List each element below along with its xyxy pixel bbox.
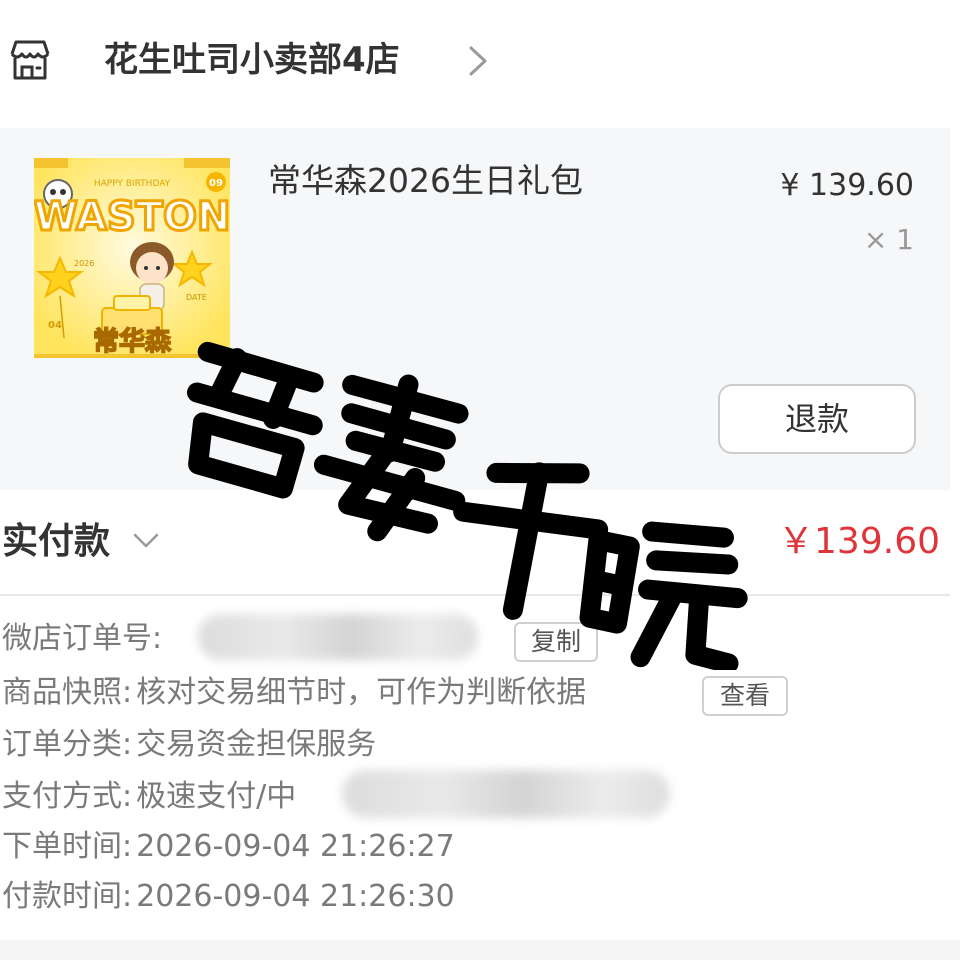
payment-method-row: 支付方式: 极速支付/中: [2, 772, 296, 822]
payment-method-value: 极速支付/中: [136, 779, 297, 814]
thumbnail-year: 2026: [74, 259, 94, 268]
paid-amount-value: ￥139.60: [778, 521, 940, 562]
thumbnail-badge-month: 09: [209, 178, 223, 189]
order-number-row: 微店订单号:: [2, 614, 162, 664]
paid-amount-label: 实付款: [2, 521, 111, 562]
payment-method-label: 支付方式:: [2, 779, 133, 814]
snapshot-label: 商品快照:: [2, 675, 133, 710]
product-thumbnail-art: 09 HAPPY BIRTHDAY WASTON 2026 DATE 04 常华…: [34, 158, 230, 358]
category-label: 订单分类:: [2, 727, 133, 762]
order-time-label: 下单时间:: [2, 829, 133, 864]
thumbnail-day: 04: [48, 320, 62, 331]
snapshot-row: 商品快照: 核对交易细节时，可作为判断依据: [2, 668, 586, 718]
thumbnail-happy-birthday: HAPPY BIRTHDAY: [94, 179, 171, 189]
product-price: ¥ 139.60: [780, 168, 914, 203]
thumbnail-name: 常华森: [93, 326, 172, 357]
product-card[interactable]: 09 HAPPY BIRTHDAY WASTON 2026 DATE 04 常华…: [0, 128, 950, 490]
shop-name[interactable]: 花生吐司小卖部4店: [104, 36, 400, 84]
order-number-redacted: [198, 614, 478, 660]
pay-time-label: 付款时间:: [2, 879, 133, 914]
order-number-label: 微店订单号:: [2, 621, 163, 656]
shop-header[interactable]: 花生吐司小卖部4店: [0, 0, 960, 120]
order-time-row: 下单时间: 2026-09-04 21:26:27: [2, 822, 455, 872]
product-quantity: × 1: [863, 223, 914, 256]
pay-time-value: 2026-09-04 21:26:30: [136, 879, 455, 914]
thumbnail-waston-logo: WASTON: [34, 194, 230, 240]
pay-time-row: 付款时间: 2026-09-04 21:26:30: [2, 872, 455, 922]
refund-button[interactable]: 退款: [718, 384, 916, 454]
copy-button[interactable]: 复制: [514, 622, 598, 662]
order-time-value: 2026-09-04 21:26:27: [136, 829, 455, 864]
paid-amount-row[interactable]: 实付款 ￥139.60: [0, 490, 950, 596]
view-button[interactable]: 查看: [702, 676, 788, 716]
store-icon: [10, 40, 50, 80]
thumbnail-date: DATE: [186, 293, 207, 302]
chevron-right-icon[interactable]: [466, 44, 490, 78]
category-value: 交易资金担保服务: [136, 727, 377, 762]
snapshot-value: 核对交易细节时，可作为判断依据: [136, 675, 587, 710]
category-row: 订单分类: 交易资金担保服务: [2, 720, 376, 770]
payment-method-redacted: [342, 770, 670, 818]
product-thumbnail[interactable]: 09 HAPPY BIRTHDAY WASTON 2026 DATE 04 常华…: [34, 158, 230, 358]
bottom-divider: [0, 940, 960, 960]
product-title[interactable]: 常华森2026生日礼包: [268, 158, 583, 204]
chevron-down-icon[interactable]: [132, 530, 160, 552]
